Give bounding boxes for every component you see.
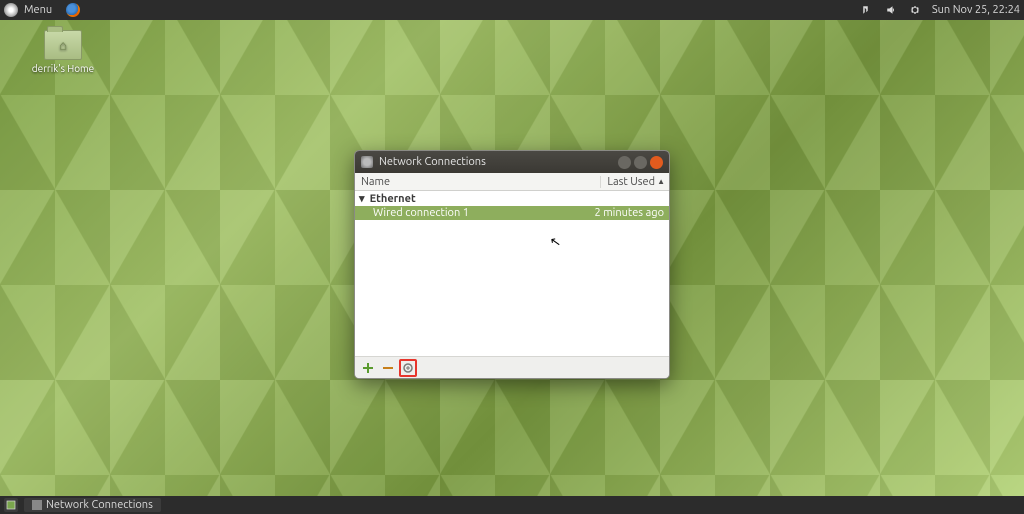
connection-lastused: 2 minutes ago [594, 207, 664, 219]
maximize-button[interactable] [634, 156, 647, 169]
network-connections-window: Network Connections Name Last Used ▲ ▾ E… [354, 150, 670, 379]
window-app-icon [361, 156, 373, 168]
mouse-cursor-icon: ↖ [549, 234, 562, 251]
window-title: Network Connections [379, 156, 612, 168]
remove-connection-button[interactable] [379, 359, 397, 377]
sort-ascending-icon: ▲ [657, 177, 665, 186]
connection-list[interactable]: ▾ Ethernet Wired connection 1 2 minutes … [355, 191, 669, 356]
settings-tray-icon[interactable] [908, 3, 922, 17]
group-label: Ethernet [370, 193, 416, 205]
top-panel: Menu Sun Nov 25, 22:24 [0, 0, 1024, 20]
column-name-header[interactable]: Name [355, 176, 601, 188]
close-button[interactable] [650, 156, 663, 169]
network-tray-icon[interactable] [860, 3, 874, 17]
minimize-button[interactable] [618, 156, 631, 169]
disclosure-triangle-icon: ▾ [359, 192, 367, 205]
add-connection-button[interactable] [359, 359, 377, 377]
show-desktop-button[interactable] [4, 498, 18, 512]
clock[interactable]: Sun Nov 25, 22:24 [932, 4, 1020, 16]
list-header: Name Last Used ▲ [355, 173, 669, 191]
column-lastused-label: Last Used [607, 176, 655, 188]
menu-label[interactable]: Menu [24, 4, 52, 16]
taskbar-app-icon [32, 500, 42, 510]
folder-icon: ⌂ [44, 30, 82, 60]
window-toolbar [355, 356, 669, 378]
volume-tray-icon[interactable] [884, 3, 898, 17]
home-folder[interactable]: ⌂ derrik's Home [28, 30, 98, 74]
menu-launcher-icon[interactable] [4, 3, 18, 17]
firefox-icon[interactable] [66, 3, 80, 17]
taskbar-item-label: Network Connections [46, 499, 153, 511]
bottom-panel: Network Connections [0, 496, 1024, 514]
group-ethernet[interactable]: ▾ Ethernet [355, 191, 669, 206]
taskbar-item-network-connections[interactable]: Network Connections [24, 498, 161, 512]
column-lastused-header[interactable]: Last Used ▲ [601, 176, 669, 188]
home-folder-label: derrik's Home [28, 63, 98, 74]
edit-connection-button[interactable] [399, 359, 417, 377]
connection-row[interactable]: Wired connection 1 2 minutes ago [355, 206, 669, 220]
home-glyph-icon: ⌂ [59, 38, 67, 53]
titlebar[interactable]: Network Connections [355, 151, 669, 173]
connection-name: Wired connection 1 [373, 207, 594, 219]
